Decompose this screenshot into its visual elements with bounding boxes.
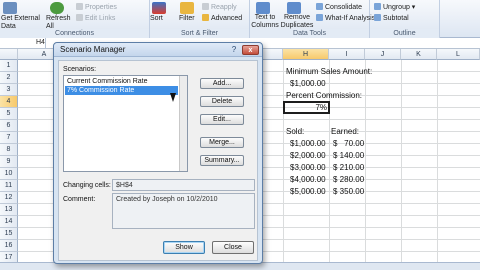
subtotal-button[interactable]: Subtotal [374,14,409,23]
row-header-4[interactable]: 4 [0,96,18,108]
changing-cells-field: $H$4 [112,179,255,191]
row-header-11[interactable]: 11 [0,180,18,192]
summary-button[interactable]: Summary... [200,155,244,166]
properties-icon [76,3,83,10]
percent-commission-value[interactable]: 7% [285,102,327,114]
name-box[interactable]: H4 [0,38,46,48]
advanced-button[interactable]: Advanced [202,14,242,23]
external-data-icon [3,2,17,14]
row-header-1[interactable]: 1 [0,60,18,72]
data-tools-group: Text to Columns Remove Duplicates Consol… [250,0,381,38]
ungroup-icon [374,3,381,10]
row-header-3[interactable]: 3 [0,84,18,96]
grid-line [365,60,366,262]
text-to-columns-button[interactable]: Text to Columns [251,14,279,30]
refresh-icon [50,2,64,14]
scenarios-label: Scenarios: [63,66,97,73]
row-header-7[interactable]: 7 [0,132,18,144]
sold-header: Sold: [286,127,305,136]
column-header-i[interactable]: I [329,49,365,60]
merge-button[interactable]: Merge... [200,137,244,148]
row-header-12[interactable]: 12 [0,192,18,204]
column-header-l[interactable]: L [437,49,480,60]
reapply-button[interactable]: Reapply [202,3,237,12]
sold-cell[interactable]: $5,000.00 [290,186,326,198]
min-sales-value[interactable]: $1,000.00 [290,78,326,90]
remove-duplicates-button[interactable]: Remove Duplicates [280,14,314,30]
add-button[interactable]: Add... [200,78,244,89]
row-header-13[interactable]: 13 [0,204,18,216]
row-header-8[interactable]: 8 [0,144,18,156]
outline-group: Ungroup ▾ Subtotal Outline [370,0,440,38]
consolidate-icon [316,3,323,10]
earned-cell[interactable]: $ 210.00 [333,162,364,174]
earned-cell[interactable]: $ 140.00 [333,150,364,162]
data-tools-group-label: Data Tools [250,29,369,38]
reapply-icon [202,3,209,10]
grid-line [401,60,402,262]
earned-cell[interactable]: $ 280.00 [333,174,364,186]
scenario-item-current[interactable]: Current Commission Rate [65,77,178,86]
scenario-manager-dialog: Scenario Manager ? x Scenarios: Current … [53,42,263,264]
comment-field: Created by Joseph on 10/2/2010 [112,193,255,229]
show-button[interactable]: Show [163,241,205,254]
grid-line [437,60,438,262]
select-all-corner[interactable] [0,49,18,60]
connections-group: Get External Data Refresh All Properties… [0,0,150,38]
scenarios-scrollbar[interactable] [179,76,187,171]
connections-group-label: Connections [0,29,149,38]
row-header-14[interactable]: 14 [0,216,18,228]
filter-button[interactable]: Filter [179,15,195,23]
text-to-columns-icon [256,2,270,14]
row-header-9[interactable]: 9 [0,156,18,168]
help-button[interactable]: ? [228,45,240,55]
delete-button[interactable]: Delete [200,96,244,107]
properties-button[interactable]: Properties [76,3,117,12]
advanced-filter-icon [202,14,209,21]
column-header-j[interactable]: J [365,49,401,60]
scenarios-list[interactable]: Current Commission Rate 7% Commission Ra… [63,75,188,172]
sort-filter-group: Sort Filter Reapply Advanced Sort & Filt… [150,0,250,38]
subtotal-icon [374,14,381,21]
comment-label: Comment: [63,196,96,203]
mouse-cursor-icon [170,93,176,102]
outline-group-label: Outline [370,29,439,38]
close-icon[interactable]: x [242,45,259,55]
changing-cells-label: Changing cells: [63,182,111,189]
earned-cell[interactable]: $ 70.00 [333,138,364,150]
min-sales-label: Minimum Sales Amount: [286,67,373,76]
row-header-10[interactable]: 10 [0,168,18,180]
earned-cell[interactable]: $ 350.00 [333,186,364,198]
row-header-16[interactable]: 16 [0,240,18,252]
grid-line [283,60,284,262]
remove-duplicates-icon [287,2,301,14]
row-header-2[interactable]: 2 [0,72,18,84]
sort-filter-group-label: Sort & Filter [150,29,249,38]
row-header-6[interactable]: 6 [0,120,18,132]
row-header-15[interactable]: 15 [0,228,18,240]
sold-cell[interactable]: $1,000.00 [290,138,326,150]
edit-links-button[interactable]: Edit Links [76,14,115,23]
column-header-h[interactable]: H [283,49,329,60]
close-button[interactable]: Close [212,241,254,254]
scenario-item-7pct[interactable]: 7% Commission Rate [65,86,178,95]
consolidate-button[interactable]: Consolidate [316,3,362,12]
sold-cell[interactable]: $4,000.00 [290,174,326,186]
edit-links-icon [76,14,83,21]
sold-cell[interactable]: $2,000.00 [290,150,326,162]
what-if-icon [316,14,323,21]
earned-header: Earned: [331,127,360,136]
sort-icon [152,2,166,14]
sort-button[interactable]: Sort [150,15,163,23]
edit-button[interactable]: Edit... [200,114,244,125]
filter-icon [180,2,194,14]
ribbon: Get External Data Refresh All Properties… [0,0,480,38]
sold-cell[interactable]: $3,000.00 [290,162,326,174]
ungroup-button[interactable]: Ungroup ▾ [374,3,415,12]
dialog-body: Scenarios: Current Commission Rate 7% Co… [58,60,258,261]
row-header-5[interactable]: 5 [0,108,18,120]
column-header-k[interactable]: K [401,49,437,60]
